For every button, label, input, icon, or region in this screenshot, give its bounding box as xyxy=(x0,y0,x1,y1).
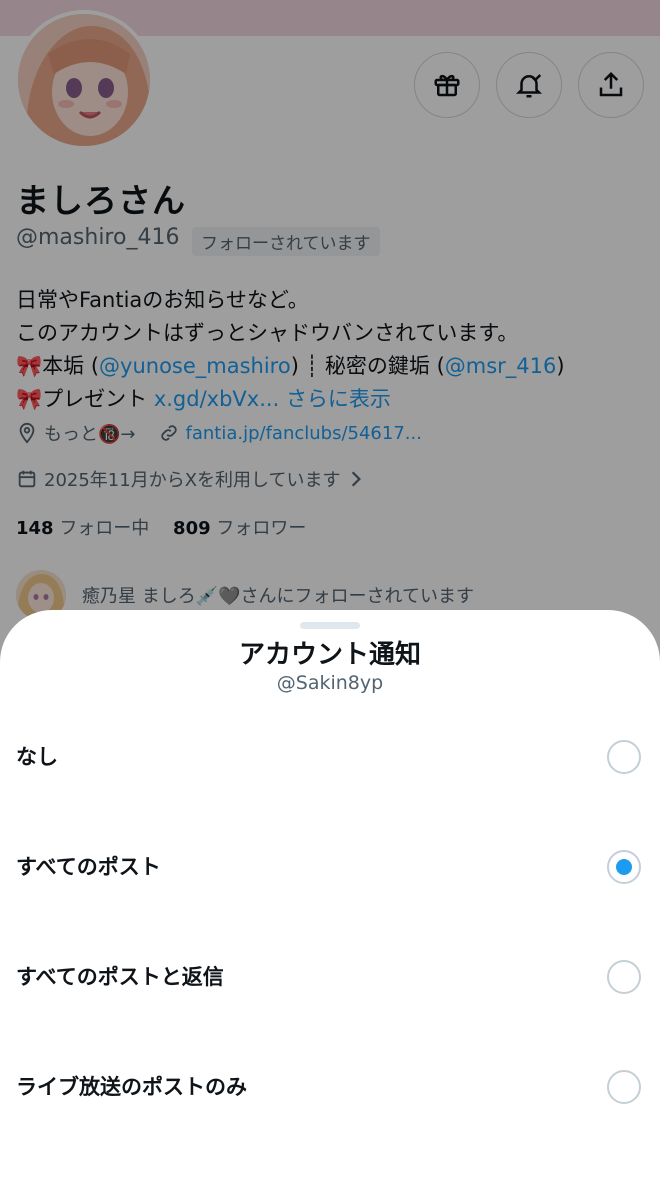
radio-none[interactable] xyxy=(607,740,641,774)
option-all-posts[interactable]: すべてのポスト xyxy=(0,812,660,922)
option-live-only[interactable]: ライブ放送のポストのみ xyxy=(0,1032,660,1142)
sheet-title: アカウント通知 xyxy=(238,640,421,670)
radio-all-posts-and-replies[interactable] xyxy=(607,960,641,994)
account-notification-sheet: アカウント通知 @Sakin8yp なし すべてのポスト すべてのポストと返信 … xyxy=(0,610,660,1200)
sheet-subtitle: @Sakin8yp xyxy=(276,672,384,694)
option-label: なし xyxy=(16,745,58,769)
option-label: すべてのポストと返信 xyxy=(16,965,224,989)
radio-all-posts[interactable] xyxy=(607,850,641,884)
sheet-grabber[interactable] xyxy=(300,622,360,629)
option-none[interactable]: なし xyxy=(0,702,660,812)
radio-live-only[interactable] xyxy=(607,1070,641,1104)
option-all-posts-and-replies[interactable]: すべてのポストと返信 xyxy=(0,922,660,1032)
option-label: ライブ放送のポストのみ xyxy=(16,1075,247,1099)
option-label: すべてのポスト xyxy=(16,855,161,879)
